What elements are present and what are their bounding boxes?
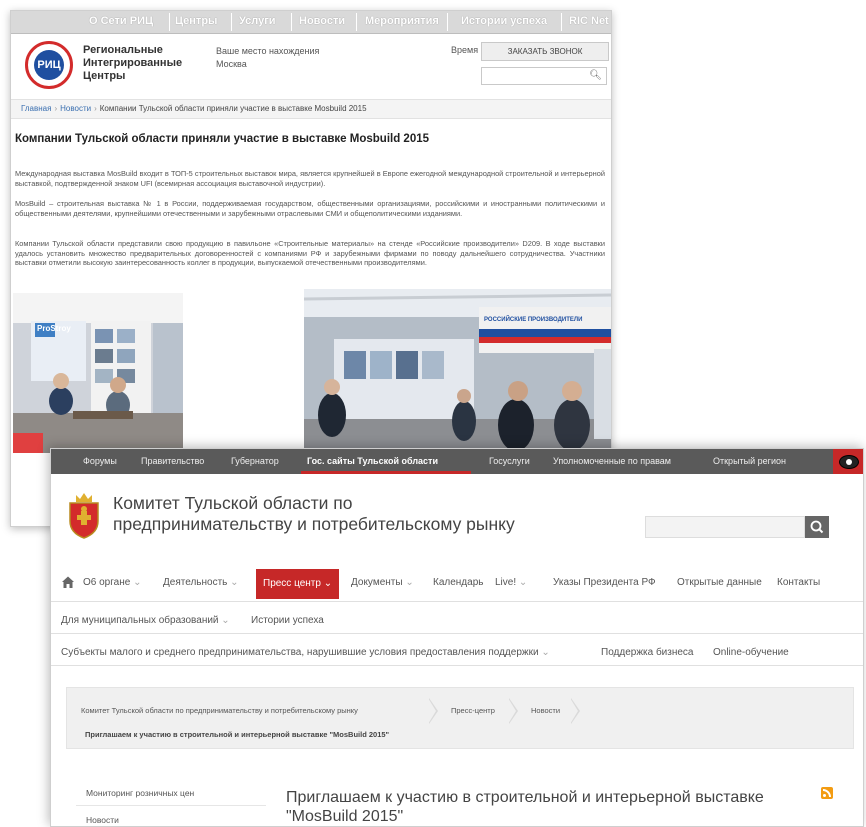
ric-nav-news[interactable]: Новости	[299, 15, 345, 27]
menu-municipal[interactable]: Для муниципальных образований ⌄	[61, 615, 230, 626]
chevron-down-icon: ⌄	[518, 577, 528, 588]
location-label: Ваше место нахождения	[216, 46, 320, 56]
ric-nav-success-stories[interactable]: Истории успеха	[461, 15, 547, 27]
search-icon	[810, 520, 824, 534]
menu-open-data[interactable]: Открытые данные	[677, 577, 762, 588]
rss-icon[interactable]	[821, 787, 833, 799]
menu-success-stories[interactable]: Истории успеха	[251, 615, 324, 626]
menu-documents[interactable]: Документы ⌄	[351, 577, 414, 588]
menu-violators-label: Субъекты малого и среднего предпринимате…	[61, 647, 539, 658]
sidebar-divider	[76, 805, 266, 806]
menu-business-support[interactable]: Поддержка бизнеса	[601, 647, 694, 658]
ric-breadcrumb-news[interactable]: Новости	[60, 104, 91, 113]
main-menu: О6 органе ⌄ Деятельность ⌄ Пресс центр ⌄…	[51, 569, 863, 599]
gos-link-gosuslugi[interactable]: Госуслуги	[489, 456, 530, 466]
menu-divider	[51, 601, 863, 602]
gos-link-forums[interactable]: Форумы	[83, 456, 117, 466]
menu-activity-label: Деятельность	[163, 577, 228, 588]
menu-about[interactable]: О6 органе ⌄	[83, 577, 142, 588]
search-button[interactable]	[805, 516, 829, 538]
chevron-down-icon: ⌄	[323, 578, 333, 589]
breadcrumb-committee[interactable]: Комитет Тульской области по предпринимат…	[71, 698, 368, 724]
gos-link-government[interactable]: Правительство	[141, 456, 204, 466]
breadcrumb-news[interactable]: Новости	[525, 698, 567, 724]
photo2-sign: РОССИЙСКИЕ ПРОИЗВОДИТЕЛИ	[484, 317, 583, 323]
sidebar-item-news[interactable]: Новости	[86, 815, 119, 825]
chevron-down-icon: ⌄	[405, 577, 414, 588]
menu-about-label: О6 органе	[83, 577, 131, 588]
chevron-down-icon: ⌄	[541, 647, 550, 658]
menu-live[interactable]: Live! ⌄	[495, 577, 527, 588]
gos-active-indicator	[301, 471, 471, 474]
gos-link-open-region[interactable]: Открытый регион	[713, 456, 786, 466]
menu-divider	[51, 665, 863, 666]
secondary-menu: Для муниципальных образований ⌄ Истории …	[51, 607, 863, 629]
gos-sites-bar: Форумы Правительство Губернатор Гос. сай…	[51, 449, 863, 474]
exhibition-photo-1: ProStroy	[13, 293, 183, 453]
menu-municipal-label: Для муниципальных образований	[61, 615, 219, 626]
ric-nav-services[interactable]: Услуги	[239, 15, 276, 27]
order-call-button[interactable]: ЗАКАЗАТЬ ЗВОНОК	[481, 42, 609, 61]
menu-calendar[interactable]: Календарь	[433, 577, 483, 588]
committee-title[interactable]: Комитет Тульской области по предпринимат…	[113, 493, 533, 535]
committee-page-screenshot: Форумы Правительство Губернатор Гос. сай…	[50, 448, 864, 827]
page-title: Приглашаем к участию в строительной и ин…	[286, 789, 764, 825]
photo1-sign: ProStroy	[37, 324, 71, 333]
menu-press-center-label: Пресс центр	[263, 578, 321, 589]
ric-logo-text: РИЦ	[34, 50, 64, 80]
menu-president-decrees[interactable]: Указы Президента РФ	[553, 577, 656, 588]
ric-nav-about[interactable]: О Сети РИЦ	[89, 15, 153, 27]
ric-paragraph-2: MosBuild – строительная выставка № 1 в Р…	[15, 199, 605, 218]
magnifier-icon[interactable]: 🔍︎	[589, 70, 602, 81]
ric-article-title: Компании Тульской области приняли участи…	[15, 133, 430, 145]
tertiary-menu: Субъекты малого и среднего предпринимате…	[51, 639, 863, 661]
low-vision-toggle[interactable]	[833, 449, 863, 474]
breadcrumb-arrow	[570, 698, 578, 724]
ric-nav-centers[interactable]: Центры	[175, 15, 217, 27]
ric-brand-line1: Региональные	[83, 44, 163, 56]
ric-logo[interactable]: РИЦ	[25, 41, 73, 89]
ric-breadcrumb-current: Компании Тульской области приняли участи…	[99, 104, 367, 113]
ric-search-input[interactable]: 🔍︎	[481, 67, 607, 85]
breadcrumb: Комитет Тульской области по предпринимат…	[66, 687, 854, 749]
breadcrumb-current: Приглашаем к участию в строительной и ин…	[85, 730, 390, 739]
ric-top-nav: О Сети РИЦ Центры Услуги Новости Меропри…	[11, 11, 611, 34]
ric-breadcrumb-home[interactable]: Главная	[21, 104, 51, 113]
ric-nav-events[interactable]: Мероприятия	[365, 15, 439, 27]
chevron-down-icon: ⌄	[230, 577, 239, 588]
menu-live-label: Live!	[495, 577, 517, 588]
time-label: Время	[451, 45, 479, 55]
ric-brand[interactable]: Региональные Интегрированные Центры	[83, 44, 203, 83]
exhibition-photo-2: РОССИЙСКИЕ ПРОИЗВОДИТЕЛИ	[304, 289, 611, 457]
location-value[interactable]: Москва	[216, 59, 247, 69]
menu-online-learning[interactable]: Online-обучение	[713, 647, 789, 658]
eye-icon	[839, 455, 859, 469]
chevron-down-icon: ⌄	[133, 577, 142, 588]
ric-brand-line2: Интегрированные	[83, 57, 183, 69]
gos-link-ombudsmen[interactable]: Уполномоченные по правам	[553, 456, 671, 466]
gos-link-governor[interactable]: Губернатор	[231, 456, 279, 466]
chevron-down-icon: ⌄	[221, 615, 230, 626]
breadcrumb-arrow	[428, 698, 436, 724]
menu-divider	[51, 633, 863, 634]
menu-activity[interactable]: Деятельность ⌄	[163, 577, 239, 588]
sidebar-item-price-monitoring[interactable]: Мониторинг розничных цен	[86, 788, 194, 798]
ric-breadcrumb: Главная › Новости › Компании Тульской област…	[11, 99, 611, 119]
breadcrumb-press-center[interactable]: Пресс-центр	[445, 698, 501, 724]
gos-link-state-sites[interactable]: Гос. сайты Тульской области	[307, 456, 438, 466]
exhibition-photo-1-drawing	[13, 293, 183, 453]
ric-paragraph-3: Компании Тульской области представили св…	[15, 239, 605, 267]
tula-crest-icon[interactable]	[66, 489, 102, 539]
ric-brand-line3: Центры	[83, 70, 126, 82]
breadcrumb-arrow	[508, 698, 516, 724]
menu-contacts[interactable]: Контакты	[777, 577, 820, 588]
exhibition-photo-2-drawing	[304, 289, 611, 457]
menu-press-center[interactable]: Пресс центр ⌄	[256, 569, 340, 599]
ric-nav-ric-net[interactable]: RIC Net	[569, 15, 609, 27]
ric-paragraph-1: Международная выставка MosBuild входит в…	[15, 169, 605, 188]
committee-search-input[interactable]	[645, 516, 805, 538]
menu-violators[interactable]: Субъекты малого и среднего предпринимате…	[61, 647, 550, 658]
menu-documents-label: Документы	[351, 577, 403, 588]
